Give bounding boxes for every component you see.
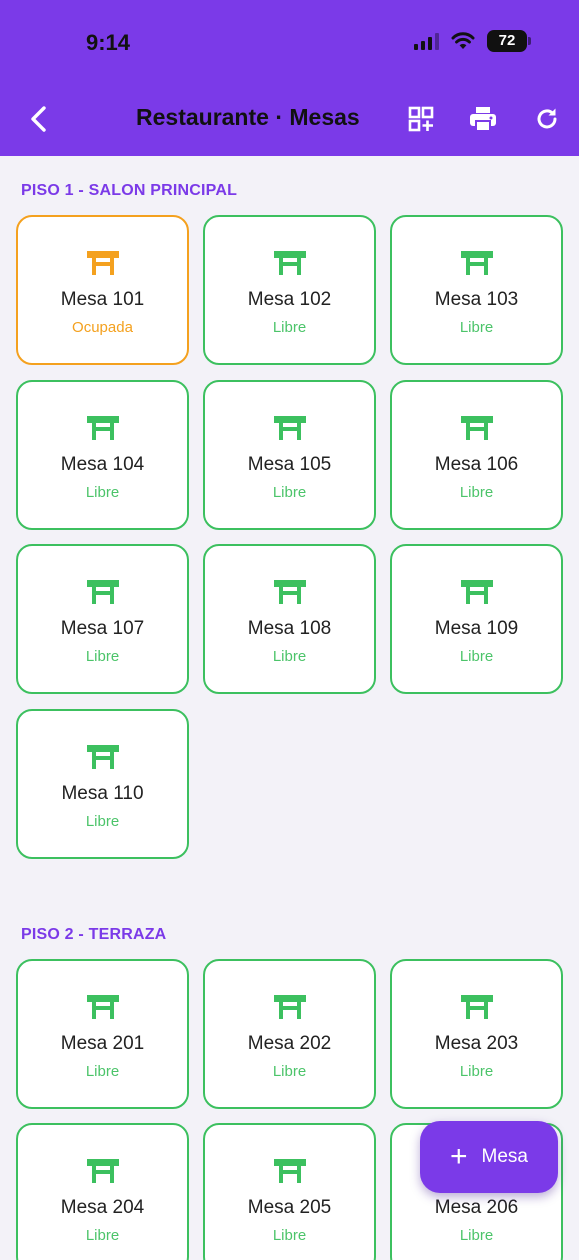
table-card[interactable]: Mesa 205 Libre xyxy=(203,1123,376,1260)
table-card[interactable]: Mesa 110 Libre xyxy=(16,709,189,859)
table-card[interactable]: Mesa 101 Ocupada xyxy=(16,215,189,365)
table-name: Mesa 102 xyxy=(247,289,332,310)
table-status: Libre xyxy=(272,484,307,501)
table-status: Libre xyxy=(459,1227,494,1244)
table-status: Libre xyxy=(85,484,120,501)
section-title-piso-2: PISO 2 - TERRAZA xyxy=(21,926,167,943)
table-name: Mesa 109 xyxy=(434,618,519,639)
table-card[interactable]: Mesa 105 Libre xyxy=(203,380,376,530)
table-status: Libre xyxy=(272,648,307,665)
table-icon xyxy=(460,580,493,604)
app-header: 9:14 72 Restaurante · Mesas xyxy=(0,0,579,156)
table-name: Mesa 203 xyxy=(434,1033,519,1054)
table-card[interactable]: Mesa 108 Libre xyxy=(203,544,376,694)
table-card[interactable]: Mesa 104 Libre xyxy=(16,380,189,530)
table-card[interactable]: Mesa 201 Libre xyxy=(16,959,189,1109)
table-name: Mesa 108 xyxy=(247,618,332,639)
table-icon xyxy=(273,580,306,604)
table-status: Libre xyxy=(272,1063,307,1080)
table-name: Mesa 201 xyxy=(60,1033,145,1054)
table-name: Mesa 110 xyxy=(61,783,144,804)
table-icon xyxy=(460,251,493,275)
table-icon xyxy=(273,416,306,440)
table-status: Ocupada xyxy=(72,319,133,336)
table-card[interactable]: Mesa 102 Libre xyxy=(203,215,376,365)
table-card[interactable]: Mesa 202 Libre xyxy=(203,959,376,1109)
table-name: Mesa 103 xyxy=(434,289,519,310)
table-icon xyxy=(273,1159,306,1183)
table-card[interactable]: Mesa 203 Libre xyxy=(390,959,563,1109)
plus-icon: + xyxy=(450,1140,468,1173)
add-table-button[interactable]: + Mesa xyxy=(420,1121,558,1193)
table-icon xyxy=(86,995,119,1019)
add-table-label: Mesa xyxy=(481,1146,528,1167)
status-icons: 72 xyxy=(414,30,531,52)
print-button[interactable] xyxy=(466,102,500,136)
table-name: Mesa 204 xyxy=(60,1197,145,1218)
printer-icon xyxy=(470,107,496,132)
table-card[interactable]: Mesa 107 Libre xyxy=(16,544,189,694)
table-status: Libre xyxy=(272,319,307,336)
table-name: Mesa 101 xyxy=(60,289,145,310)
table-icon xyxy=(86,1159,119,1183)
table-icon xyxy=(86,416,119,440)
table-card[interactable]: Mesa 204 Libre xyxy=(16,1123,189,1260)
table-name: Mesa 107 xyxy=(60,618,145,639)
add-qr-button[interactable] xyxy=(404,102,438,136)
table-icon xyxy=(460,416,493,440)
table-card[interactable]: Mesa 109 Libre xyxy=(390,544,563,694)
table-status: Libre xyxy=(459,319,494,336)
table-icon xyxy=(86,251,119,275)
table-icon xyxy=(273,251,306,275)
table-icon xyxy=(460,995,493,1019)
table-name: Mesa 104 xyxy=(60,454,145,475)
table-icon xyxy=(86,580,119,604)
back-button[interactable] xyxy=(22,102,54,136)
qr-add-icon xyxy=(408,106,434,132)
table-card[interactable]: Mesa 103 Libre xyxy=(390,215,563,365)
table-status: Libre xyxy=(459,1063,494,1080)
status-time: 9:14 xyxy=(86,30,131,55)
cellular-signal-icon xyxy=(414,32,439,50)
section-title-piso-1: PISO 1 - SALON PRINCIPAL xyxy=(21,182,238,199)
table-status: Libre xyxy=(85,1227,120,1244)
page-title: Restaurante · Mesas xyxy=(136,104,360,130)
table-icon xyxy=(273,995,306,1019)
app-bar: Restaurante · Mesas xyxy=(0,94,579,144)
table-status: Libre xyxy=(272,1227,307,1244)
table-icon xyxy=(86,745,119,769)
refresh-button[interactable] xyxy=(530,102,564,136)
table-status: Libre xyxy=(85,648,120,665)
table-name: Mesa 205 xyxy=(247,1197,332,1218)
chevron-left-icon xyxy=(31,106,46,132)
table-status: Libre xyxy=(459,648,494,665)
wifi-icon xyxy=(451,32,475,49)
table-name: Mesa 202 xyxy=(247,1033,332,1054)
table-name: Mesa 105 xyxy=(247,454,332,475)
table-card[interactable]: Mesa 106 Libre xyxy=(390,380,563,530)
table-status: Libre xyxy=(459,484,494,501)
battery-indicator: 72 xyxy=(487,30,531,52)
table-name: Mesa 106 xyxy=(434,454,519,475)
table-name: Mesa 206 xyxy=(434,1197,519,1218)
table-status: Libre xyxy=(85,813,120,830)
refresh-icon xyxy=(537,108,557,129)
table-status: Libre xyxy=(85,1063,120,1080)
